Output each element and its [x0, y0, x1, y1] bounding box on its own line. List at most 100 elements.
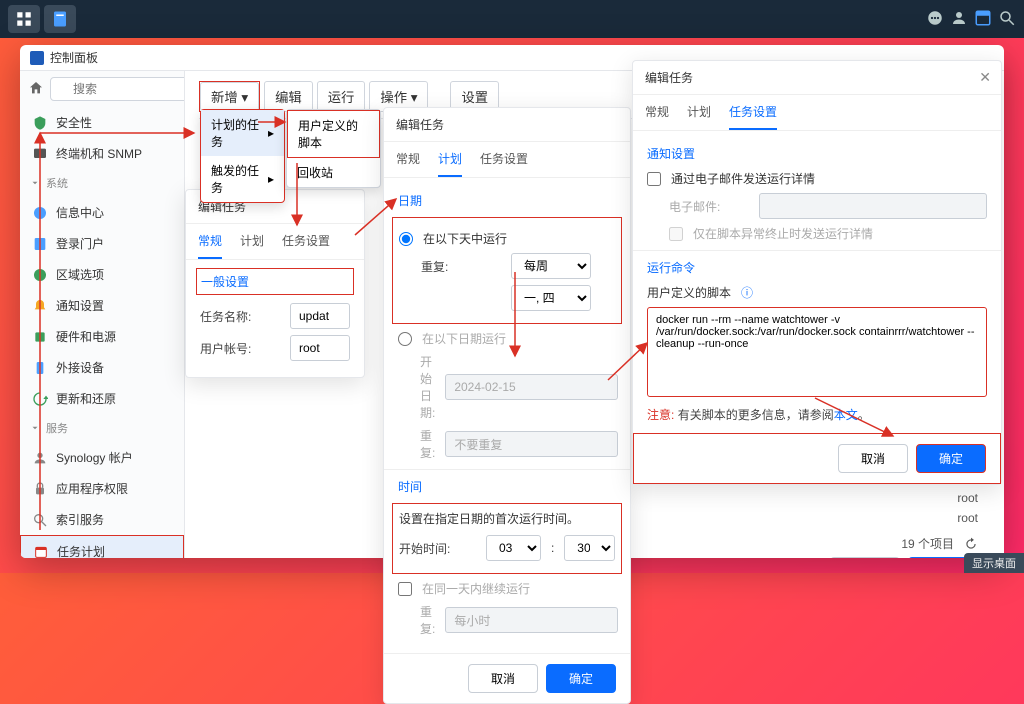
sidebar-item-login-portal[interactable]: 登录门户	[20, 228, 184, 259]
sidebar-item-label: 信息中心	[56, 204, 104, 221]
run-button[interactable]: 运行	[317, 81, 366, 112]
reload-icon[interactable]	[964, 537, 978, 551]
table-row: root	[957, 491, 978, 505]
start-date-input	[445, 374, 618, 400]
start-date-label: 开始日期:	[420, 353, 435, 421]
chat-icon[interactable]	[926, 9, 944, 30]
days-select[interactable]: 一, 四	[511, 285, 591, 311]
dd-triggered-task[interactable]: 触发的任务▸	[201, 156, 284, 202]
note-link[interactable]: 本文	[834, 408, 858, 422]
same-day-label: 在同一天内继续运行	[422, 580, 530, 597]
run-on-date-radio[interactable]	[398, 332, 412, 346]
new-dropdown: 计划的任务▸ 触发的任务▸	[200, 109, 285, 203]
date-section-title: 日期	[398, 192, 616, 209]
same-day-checkbox[interactable]	[398, 582, 412, 596]
ok-button[interactable]: 确定	[546, 664, 616, 693]
sidebar-item-indexing[interactable]: 索引服务	[20, 504, 184, 535]
email-input	[759, 193, 987, 219]
ok-button[interactable]: 确定	[916, 444, 986, 473]
search-input[interactable]	[50, 77, 185, 101]
sidebar-item-security[interactable]: 安全性	[20, 107, 184, 138]
sidebar-item-terminal[interactable]: 终端机和 SNMP	[20, 138, 184, 169]
topbar-apps-icon[interactable]	[8, 5, 40, 33]
sidebar-item-info-center[interactable]: 信息中心	[20, 197, 184, 228]
note-text: 注意: 有关脚本的更多信息，请参阅本文。	[647, 406, 987, 423]
script-textarea[interactable]: docker run --rm --name watchtower -v /va…	[647, 307, 987, 397]
user-icon[interactable]	[950, 9, 968, 30]
sidebar-item-label: 区域选项	[56, 266, 104, 283]
reset-button[interactable]: 重置	[830, 557, 900, 558]
sidebar-item-synology-account[interactable]: Synology 帐户	[20, 442, 184, 473]
window-title: 控制面板	[50, 49, 98, 66]
panel-title: 编辑任务	[633, 61, 1001, 95]
item-count: 19 个项目	[901, 535, 954, 552]
sidebar-group-system[interactable]: 系统	[20, 169, 184, 197]
cancel-button[interactable]: 取消	[838, 444, 908, 473]
home-icon[interactable]	[28, 80, 44, 99]
submenu-recycle[interactable]: 回收站	[287, 158, 380, 187]
repeat-select[interactable]: 每周	[511, 253, 591, 279]
topbar-control-panel-icon[interactable]	[44, 5, 76, 33]
scheduled-submenu: 用户定义的脚本 回收站	[286, 109, 381, 188]
sidebar-item-notification[interactable]: 通知设置	[20, 290, 184, 321]
edit-button[interactable]: 编辑	[264, 81, 313, 112]
minute-select[interactable]: 30	[564, 535, 615, 561]
edit-task-panel-1: 编辑任务 常规 计划 任务设置 一般设置 任务名称: 用户帐号:	[185, 189, 365, 378]
tab-task-settings[interactable]: 任务设置	[282, 232, 330, 259]
new-button[interactable]: 新增 ▾	[200, 82, 259, 111]
repeat2-input	[445, 431, 618, 457]
sidebar-item-external-devices[interactable]: 外接设备	[20, 352, 184, 383]
email-notify-checkbox[interactable]	[647, 172, 661, 186]
task-name-input[interactable]	[290, 303, 350, 329]
tab-task-settings[interactable]: 任务设置	[729, 103, 777, 130]
tab-general[interactable]: 常规	[198, 232, 222, 259]
edit-task-panel-3: 编辑任务 ✕ 常规 计划 任务设置 通知设置 通过电子邮件发送运行详情 电子邮件…	[632, 60, 1002, 485]
info-icon[interactable]: ⓘ	[741, 284, 753, 301]
search-icon[interactable]	[998, 9, 1016, 30]
show-desktop-button[interactable]: 显示桌面	[964, 553, 1024, 573]
tab-general[interactable]: 常规	[396, 150, 420, 177]
edit-task-panel-2: 编辑任务 常规 计划 任务设置 日期 在以下天中运行 重复:每周 一, 四 在以…	[383, 107, 631, 704]
sidebar-item-label: 外接设备	[56, 359, 104, 376]
sidebar-item-app-privileges[interactable]: 应用程序权限	[20, 473, 184, 504]
time-section-title: 时间	[398, 478, 616, 495]
general-settings-section: 一般设置	[196, 268, 354, 295]
tab-schedule[interactable]: 计划	[687, 103, 711, 130]
sidebar-item-regional[interactable]: 区域选项	[20, 259, 184, 290]
email-notify-label: 通过电子邮件发送运行详情	[671, 170, 815, 187]
run-on-days-radio[interactable]	[399, 232, 413, 246]
sidebar-item-label: Synology 帐户	[56, 449, 133, 466]
cancel-button[interactable]: 取消	[468, 664, 538, 693]
sidebar-item-task-scheduler[interactable]: 任务计划	[20, 535, 184, 558]
submenu-user-script[interactable]: 用户定义的脚本	[287, 110, 380, 158]
task-name-label: 任务名称:	[200, 308, 280, 325]
start-time-label: 开始时间:	[399, 540, 476, 557]
widgets-icon[interactable]	[974, 9, 992, 30]
run-command-title: 运行命令	[647, 259, 987, 276]
hour-select[interactable]: 03	[486, 535, 541, 561]
panel-title: 编辑任务	[384, 108, 630, 142]
control-panel-icon	[30, 51, 44, 65]
tab-schedule[interactable]: 计划	[240, 232, 264, 259]
sidebar-item-label: 通知设置	[56, 297, 104, 314]
sidebar-item-label: 应用程序权限	[56, 480, 128, 497]
sidebar-item-update[interactable]: 更新和还原	[20, 383, 184, 414]
dd-scheduled-task[interactable]: 计划的任务▸	[201, 110, 284, 156]
run-on-date-label: 在以下日期运行	[422, 330, 506, 347]
every-input	[445, 607, 618, 633]
sidebar-item-label: 更新和还原	[56, 390, 116, 407]
close-icon[interactable]: ✕	[979, 69, 991, 86]
sidebar-item-label: 终端机和 SNMP	[56, 145, 142, 162]
chevron-right-icon: ▸	[268, 126, 274, 140]
sidebar-item-hardware[interactable]: 硬件和电源	[20, 321, 184, 352]
sidebar-item-label: 任务计划	[57, 543, 105, 558]
user-account-label: 用户帐号:	[200, 340, 280, 357]
sidebar-group-service[interactable]: 服务	[20, 414, 184, 442]
tab-task-settings[interactable]: 任务设置	[480, 150, 528, 177]
user-account-input[interactable]	[290, 335, 350, 361]
tab-schedule[interactable]: 计划	[438, 150, 462, 177]
run-on-days-label: 在以下天中运行	[423, 230, 507, 247]
abnormal-only-checkbox	[669, 227, 683, 241]
tab-general[interactable]: 常规	[645, 103, 669, 130]
chevron-right-icon: ▸	[268, 172, 274, 186]
